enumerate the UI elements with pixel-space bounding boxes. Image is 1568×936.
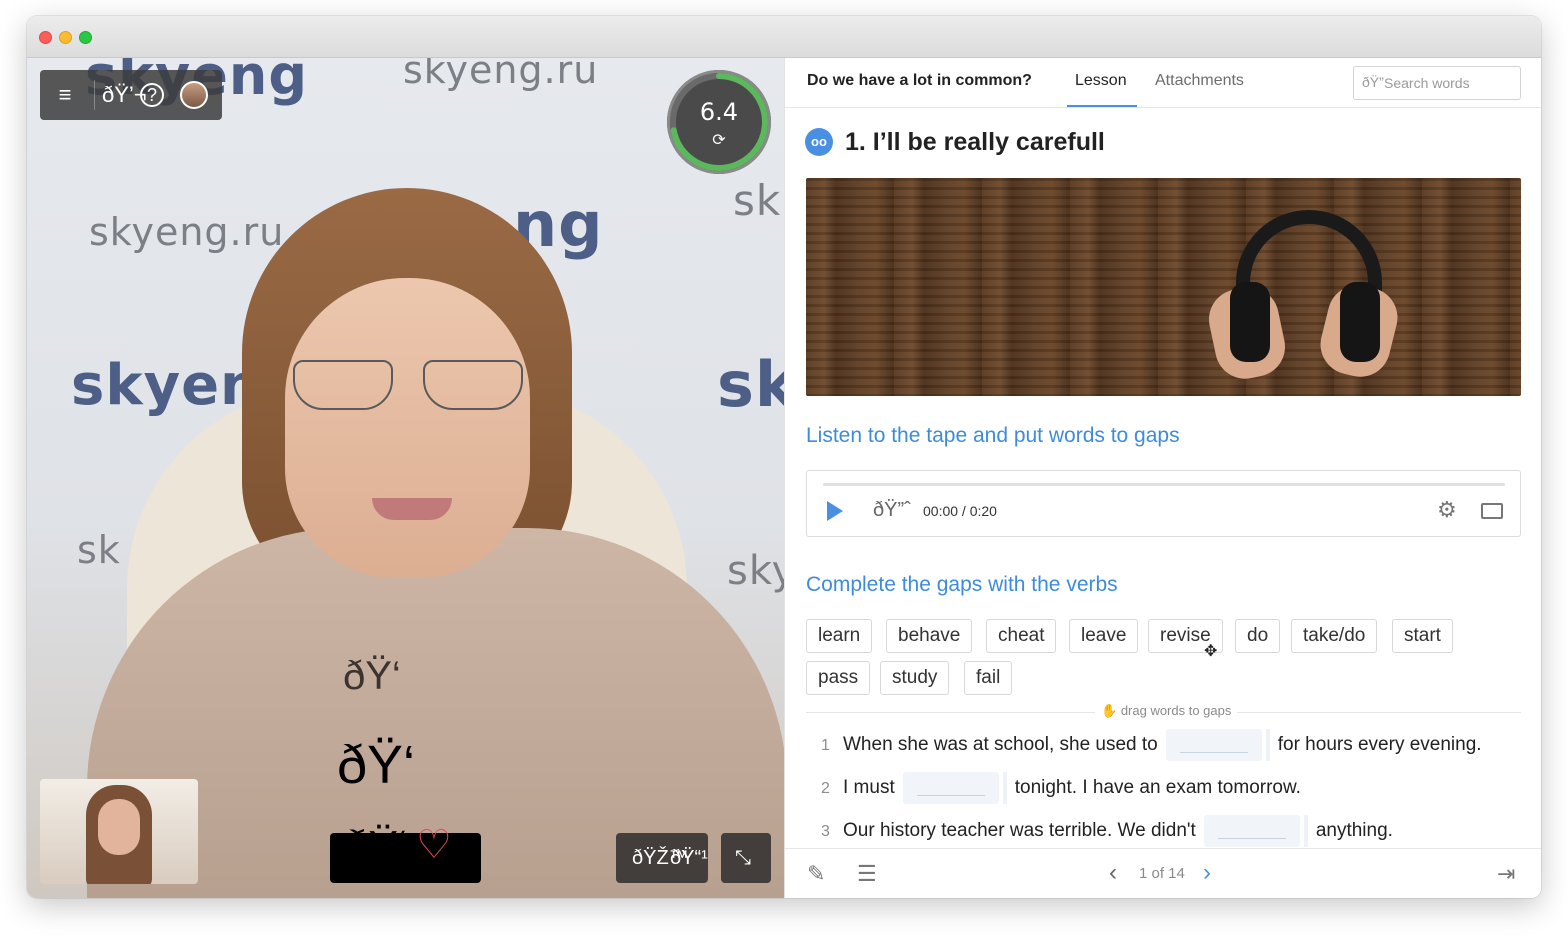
reactions-bar: ðŸ‘ ♡ [330,825,481,883]
score-indicator: 6.4 ⟳ [667,70,771,174]
close-window-button[interactable] [39,31,52,44]
glasses-icon: oo [805,128,833,156]
volume-icon[interactable]: ðŸ”ˆ [873,499,911,522]
minimize-window-button[interactable] [59,31,72,44]
word-chip[interactable]: cheat [986,619,1057,653]
prev-page-arrow[interactable]: ‹ [1109,859,1117,887]
word-chip[interactable]: leave [1069,619,1139,653]
video-toolbar: ≡ ðŸ’¬ ? [40,70,222,120]
pencil-icon[interactable]: ✎ [807,861,825,887]
lesson-image [806,178,1521,396]
search-box: ðŸ” [1353,66,1521,100]
heart-button[interactable]: ♡ [416,825,452,865]
answer-gap[interactable] [1165,729,1270,761]
minimize-video-button[interactable]: ⤡ [721,833,771,883]
section-heading-complete: Complete the gaps with the verbs [806,573,1118,596]
title-bar [27,16,1541,58]
exit-icon[interactable]: ⇥ [1497,861,1515,887]
word-chip[interactable]: learn [806,619,873,653]
thumbs-up-reaction: ðŸ‘ [343,654,401,698]
section-heading-listen: Listen to the tape and put words to gaps [806,424,1180,447]
question-row: 3 Our history teacher was terrible. We di… [821,815,1393,847]
word-chip[interactable]: pass [806,661,871,695]
help-icon[interactable]: ? [140,83,164,107]
watermark: sk [717,348,784,421]
search-icon: ðŸ” [1362,74,1384,90]
media-controls: ðŸŽ™ ðŸ“¹ [616,833,708,883]
captions-icon[interactable] [1481,503,1503,519]
app-window: skyeng skyeng.ru skyeng.ru ng skyen sk s… [27,16,1541,898]
toolbar-divider [94,80,95,110]
zoom-window-button[interactable] [79,31,92,44]
next-page-arrow[interactable]: › [1203,859,1211,887]
answer-gap[interactable] [1203,815,1308,847]
hand-icon: ✋ [1101,703,1121,718]
watermark: skyeng.ru [89,210,285,254]
chat-icon[interactable]: ðŸ’¬ [102,82,147,108]
mouth-shape [372,498,452,520]
page-indicator: 1 of 14 [1139,865,1185,882]
notes-icon[interactable]: ☰ [857,861,877,887]
word-chip[interactable]: take/do [1291,619,1378,653]
tab-lesson[interactable]: Lesson [1075,72,1127,90]
audio-progress-bar[interactable] [823,483,1505,486]
face-shape [285,278,530,578]
thumbs-up-reaction: ðŸ‘ [337,735,416,795]
self-view-video[interactable] [40,779,198,884]
lesson-title: 1. I’ll be really carefull [845,128,1105,156]
move-cursor-icon: ✥ [1204,643,1218,660]
tab-attachments[interactable]: Attachments [1155,72,1244,90]
audio-player: ðŸ”ˆ 00:00 / 0:20 ⚙ [806,470,1521,537]
score-value: 6.4 [699,98,739,126]
watermark: sky [727,548,784,594]
gear-icon[interactable]: ⚙ [1437,497,1457,523]
watermark: sk [733,176,782,225]
search-input[interactable] [1384,73,1514,93]
drag-hint: ✋ drag words to gaps [1095,703,1238,719]
word-chip[interactable]: study [880,661,950,695]
watermark: sk [77,528,121,572]
lesson-panel: Do we have a lot in common? Lesson Attac… [784,58,1541,898]
minimize-icon: ⤡ [735,847,751,869]
teacher-avatar[interactable] [180,81,208,109]
play-icon[interactable] [827,501,843,521]
watermark: skyeng.ru [403,58,599,92]
menu-icon[interactable]: ≡ [52,82,78,108]
glasses-shape [293,360,523,418]
thumbs-up-button[interactable]: ðŸ‘ [344,825,408,869]
camera-icon[interactable]: ðŸ“¹ [670,846,708,870]
video-pane: skyeng skyeng.ru skyeng.ru ng skyen sk s… [27,58,784,898]
lesson-set-title: Do we have a lot in common? [807,72,1032,89]
word-chip[interactable]: do [1235,619,1281,653]
answer-gap[interactable] [902,772,1007,804]
refresh-icon[interactable]: ⟳ [667,130,771,150]
word-chip[interactable]: fail [964,661,1013,695]
question-row: 1 When she was at school, she used to for … [821,729,1482,761]
question-row: 2I must tonight. I have an exam tomorrow. [821,772,1301,804]
word-chip[interactable]: behave [886,619,973,653]
panel-footer: ✎ ☰ ‹ 1 of 14 › ⇥ [785,848,1541,898]
header-divider [785,107,1541,108]
audio-time: 00:00 / 0:20 [923,503,997,519]
watermark: skyen [71,353,261,418]
word-chip[interactable]: start [1392,619,1453,653]
